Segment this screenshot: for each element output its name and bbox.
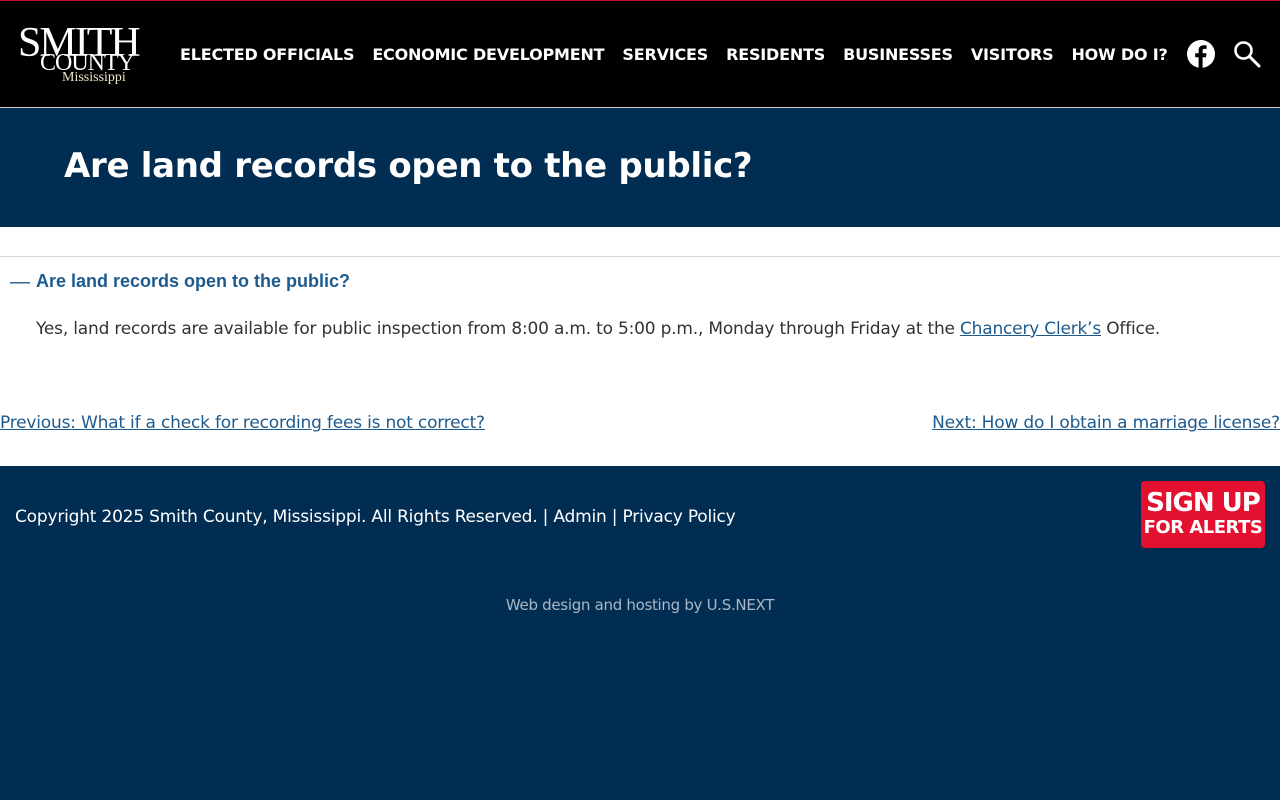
faq-question-toggle[interactable]: — Are land records open to the public?: [10, 271, 350, 292]
signup-line-2: FOR ALERTS: [1143, 517, 1263, 538]
nav-how-do-i[interactable]: HOW DO I?: [1071, 43, 1167, 67]
page-title-band: Are land records open to the public?: [0, 108, 1280, 227]
nav-services[interactable]: SERVICES: [622, 43, 708, 67]
nav-visitors[interactable]: VISITORS: [971, 43, 1054, 67]
nav-economic-development[interactable]: ECONOMIC DEVELOPMENT: [372, 43, 604, 67]
nav-elected-officials[interactable]: ELECTED OFFICIALS: [180, 43, 355, 67]
faq-question: Are land records open to the public?: [36, 271, 351, 291]
separator: |: [537, 507, 554, 527]
admin-link[interactable]: Admin: [553, 507, 606, 527]
faq-answer-text: Yes, land records are available for publ…: [36, 319, 960, 339]
nav-businesses[interactable]: BUSINESSES: [843, 43, 953, 67]
logo-line-mississippi: Mississippi: [62, 70, 126, 85]
usnext-credit-link[interactable]: Web design and hosting by U.S.NEXT: [506, 596, 775, 614]
search-icon[interactable]: [1232, 39, 1262, 69]
site-footer: Copyright 2025 Smith County, Mississippi…: [0, 466, 1280, 800]
main-content: — Are land records open to the public? Y…: [0, 227, 1280, 466]
next-faq-link[interactable]: Next: How do I obtain a marriage license…: [932, 413, 1280, 433]
page-title: Are land records open to the public?: [64, 146, 753, 186]
facebook-icon[interactable]: [1186, 39, 1216, 69]
collapse-icon: —: [10, 270, 30, 293]
previous-faq-link[interactable]: Previous: What if a check for recording …: [0, 413, 485, 433]
sign-up-for-alerts-button[interactable]: SIGN UP FOR ALERTS: [1141, 481, 1265, 548]
main-nav: ELECTED OFFICIALS ECONOMIC DEVELOPMENT S…: [180, 43, 1168, 67]
smith-county-logo[interactable]: SMITH COUNTY Mississippi: [18, 22, 141, 89]
signup-line-1: SIGN UP: [1146, 488, 1261, 518]
header-icons: [1186, 39, 1262, 69]
site-header: SMITH COUNTY Mississippi ELECTED OFFICIA…: [0, 0, 1280, 108]
copyright: Copyright 2025 Smith County, Mississippi…: [15, 507, 736, 527]
privacy-policy-link[interactable]: Privacy Policy: [622, 507, 735, 527]
nav-residents[interactable]: RESIDENTS: [726, 43, 825, 67]
faq-answer-text-end: Office.: [1101, 319, 1161, 339]
copyright-text: Copyright 2025 Smith County, Mississippi…: [15, 507, 538, 527]
web-design-credit: Web design and hosting by U.S.NEXT: [0, 596, 1280, 614]
divider: [0, 256, 1280, 257]
separator: |: [606, 507, 623, 527]
faq-answer: Yes, land records are available for publ…: [36, 319, 1160, 339]
chancery-clerk-link[interactable]: Chancery Clerk’s: [960, 319, 1101, 339]
